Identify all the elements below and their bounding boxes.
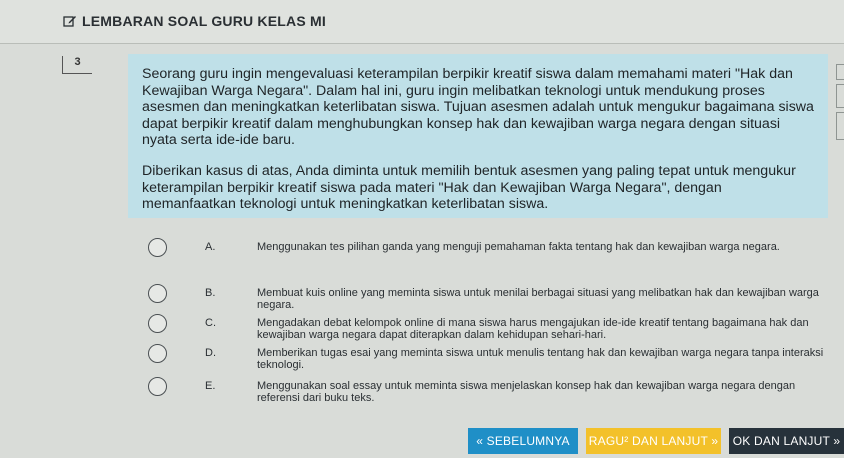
question-box: Seorang guru ingin mengevaluasi keteramp… [128,54,828,218]
side-marker [836,64,844,80]
option-d[interactable]: D. Memberikan tugas esai yang meminta si… [148,344,838,371]
option-letter: A. [205,241,216,253]
page-title-text: LEMBARAN SOAL GURU KELAS MI [82,13,326,29]
option-c[interactable]: C. Mengadakan debat kelompok online di m… [148,314,838,341]
option-a[interactable]: A. Menggunakan tes pilihan ganda yang me… [148,238,838,257]
option-e[interactable]: E. Menggunakan soal essay untuk meminta … [148,377,838,404]
radio-button[interactable] [148,344,167,363]
ok-next-button[interactable]: OK DAN LANJUT » [729,428,844,454]
top-header: LEMBARAN SOAL GURU KELAS MI [0,0,844,44]
question-paragraph: Seorang guru ingin mengevaluasi keteramp… [142,66,814,149]
doubtful-next-button[interactable]: RAGU² DAN LANJUT » [586,428,721,454]
option-letter: B. [205,287,216,299]
option-text: Mengadakan debat kelompok online di mana… [257,317,809,342]
radio-button[interactable] [148,238,167,257]
previous-button[interactable]: « SEBELUMNYA [468,428,578,454]
option-letter: E. [205,380,216,392]
option-letter: D. [205,347,216,359]
page-title: LEMBARAN SOAL GURU KELAS MI [63,13,326,29]
option-text: Menggunakan soal essay untuk meminta sis… [257,380,796,405]
side-marker [836,84,844,108]
edit-icon [63,16,76,27]
question-number: 3 [62,56,92,74]
radio-button[interactable] [148,314,167,333]
option-b[interactable]: B. Membuat kuis online yang meminta sisw… [148,284,838,311]
option-text: Membuat kuis online yang meminta siswa u… [257,287,819,312]
option-letter: C. [205,317,216,329]
side-marker [836,112,844,140]
radio-button[interactable] [148,284,167,303]
question-paragraph: Diberikan kasus di atas, Anda diminta un… [142,162,796,213]
option-text: Menggunakan tes pilihan ganda yang mengu… [257,241,780,253]
option-text: Memberikan tugas esai yang meminta siswa… [257,347,824,372]
radio-button[interactable] [148,377,167,396]
